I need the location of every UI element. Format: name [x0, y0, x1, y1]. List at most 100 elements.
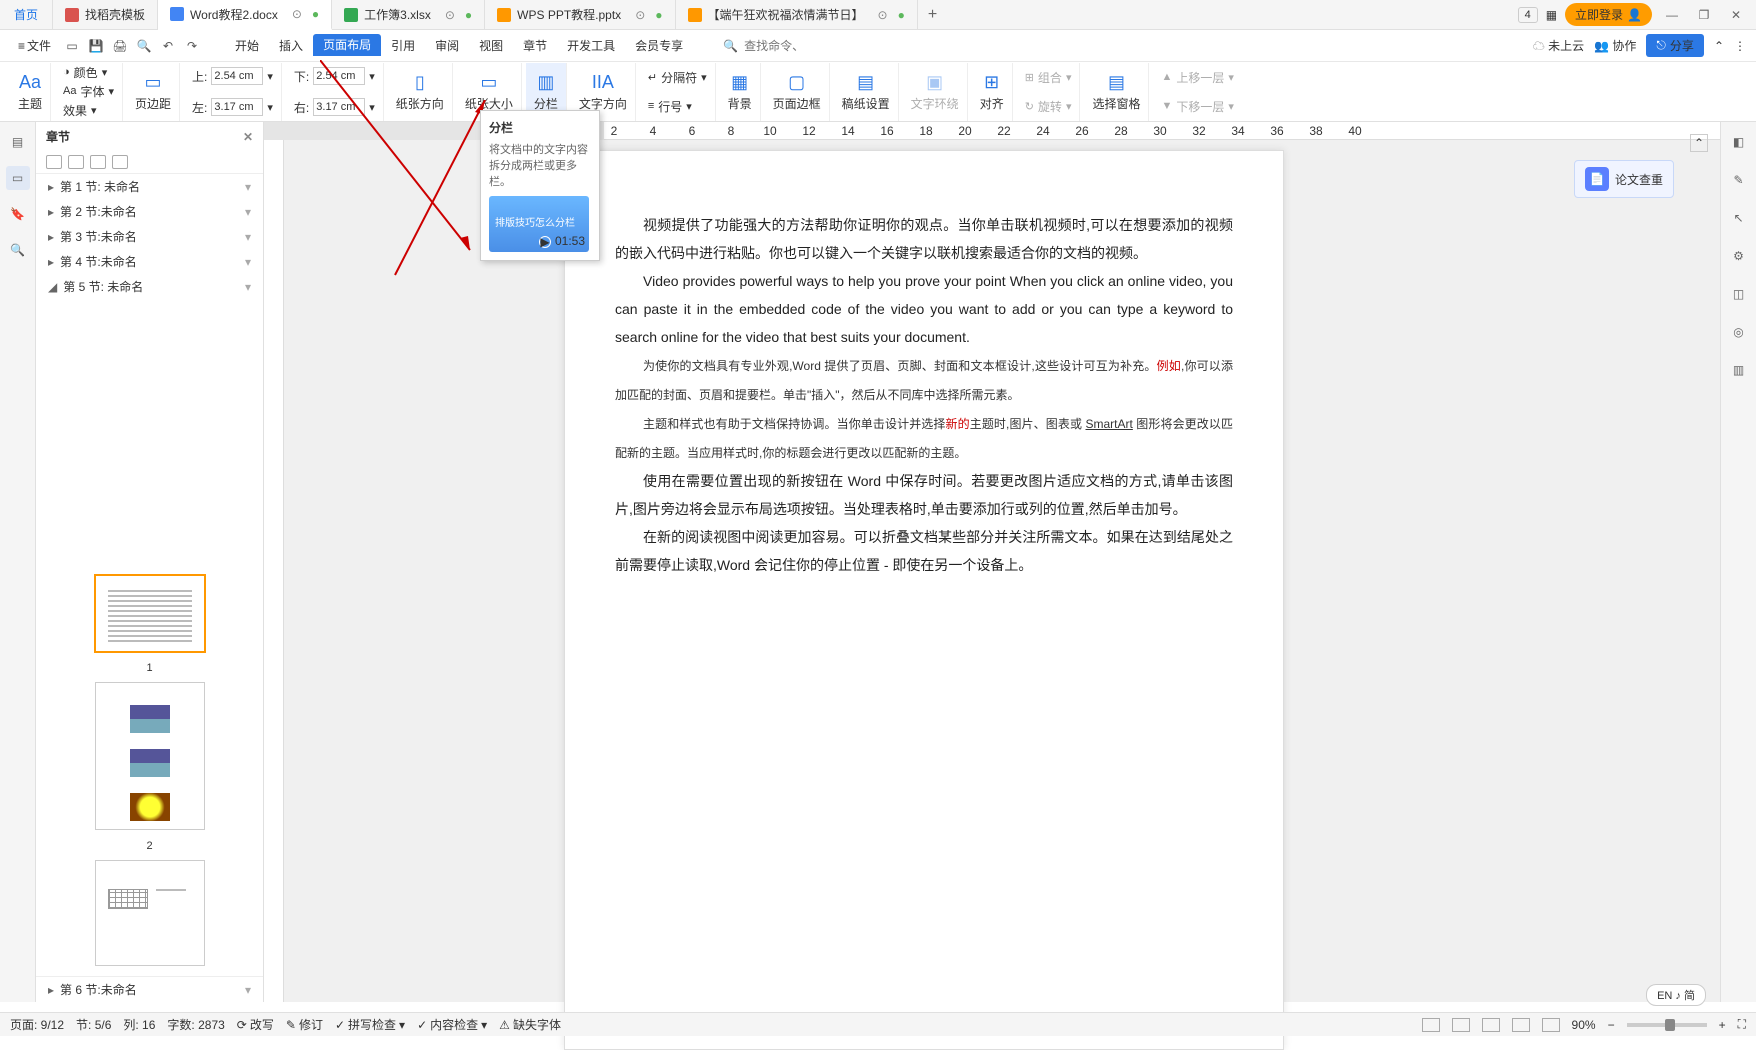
zoom-out-icon[interactable]: −	[1608, 1018, 1615, 1032]
view-mode-4[interactable]	[1512, 1018, 1530, 1032]
thumbnail-page-1[interactable]	[95, 575, 205, 652]
zoom-level[interactable]: 90%	[1572, 1018, 1596, 1032]
text-wrap-button[interactable]: ▣文字环绕	[911, 72, 959, 112]
ruler-vertical[interactable]	[264, 140, 284, 1002]
status-track[interactable]: ✎ 修订	[286, 1016, 323, 1033]
rb-pen-icon[interactable]: ✎	[1727, 168, 1751, 192]
share-button[interactable]: ⎋ 分享	[1646, 34, 1704, 57]
menu-tab-5[interactable]: 视图	[469, 30, 513, 62]
columns-button[interactable]: ▥分栏	[534, 72, 558, 112]
margin-right-input[interactable]	[313, 98, 365, 116]
tab-templates[interactable]: 找稻壳模板	[53, 0, 158, 30]
coop-button[interactable]: 👥 协作	[1594, 37, 1636, 54]
align-button[interactable]: ⊞对齐	[980, 72, 1004, 112]
qat-new-icon[interactable]: ▭	[63, 37, 81, 55]
send-backward-button[interactable]: ▼ 下移一层 ▾	[1161, 98, 1233, 115]
tab-save-icon[interactable]: ●	[312, 7, 319, 21]
nav-tool-2[interactable]	[68, 155, 84, 169]
file-menu[interactable]: ≡ 文件	[10, 37, 59, 54]
search-input[interactable]	[744, 39, 804, 53]
tab-options-icon[interactable]: ⊙	[878, 8, 888, 22]
apps-icon[interactable]: ▦	[1546, 8, 1557, 22]
tab-xlsx[interactable]: 工作簿3.xlsx⊙●	[332, 0, 485, 30]
view-mode-5[interactable]	[1542, 1018, 1560, 1032]
nav-tool-1[interactable]	[46, 155, 62, 169]
dropdown-icon[interactable]: ▾	[245, 205, 251, 219]
rb-location-icon[interactable]: ◎	[1727, 320, 1751, 344]
status-rewrite[interactable]: ⟳ 改写	[237, 1016, 274, 1033]
view-mode-3[interactable]	[1482, 1018, 1500, 1032]
nav-tool-4[interactable]	[112, 155, 128, 169]
qat-redo-icon[interactable]: ↷	[183, 37, 201, 55]
thumbnail-page-3[interactable]	[95, 860, 205, 966]
page-border-button[interactable]: ▢页面边框	[773, 72, 821, 112]
menu-tab-3[interactable]: 引用	[381, 30, 425, 62]
sidebar-thumbs-icon[interactable]: ▤	[6, 130, 30, 154]
nav-close-icon[interactable]: ✕	[243, 130, 253, 144]
rb-tool-icon[interactable]: ◧	[1727, 130, 1751, 154]
menu-tab-7[interactable]: 开发工具	[557, 30, 625, 62]
thumbnail-page-2[interactable]	[95, 682, 205, 830]
rb-settings-icon[interactable]: ⚙	[1727, 244, 1751, 268]
view-mode-2[interactable]	[1452, 1018, 1470, 1032]
tab-ppt[interactable]: WPS PPT教程.pptx⊙●	[485, 0, 675, 30]
background-button[interactable]: ▦背景	[728, 72, 752, 112]
tab-home[interactable]: 首页	[0, 0, 53, 30]
tab-ppt2[interactable]: 【端午狂欢祝福浓情满节日】⊙●	[676, 0, 918, 30]
view-mode-1[interactable]	[1422, 1018, 1440, 1032]
window-close[interactable]: ✕	[1724, 3, 1748, 27]
status-spellcheck[interactable]: ✓ 拼写检查 ▾	[335, 1016, 405, 1033]
scroll-top-icon[interactable]: ⌃	[1690, 134, 1708, 152]
dropdown-icon[interactable]: ▾	[245, 983, 251, 997]
login-button[interactable]: 立即登录👤	[1565, 3, 1652, 26]
qat-save-icon[interactable]: 💾	[87, 37, 105, 55]
cloud-status[interactable]: ☁ 未上云	[1533, 37, 1584, 54]
menu-tab-0[interactable]: 开始	[225, 30, 269, 62]
dropdown-icon[interactable]: ▾	[245, 280, 251, 294]
effect-button[interactable]: 效果 ▾	[63, 102, 97, 119]
rotate-button[interactable]: ↻ 旋转 ▾	[1025, 98, 1072, 115]
margin-top-input[interactable]	[211, 67, 263, 85]
dropdown-icon[interactable]: ▾	[245, 255, 251, 269]
text-direction-button[interactable]: IIA文字方向	[579, 72, 627, 112]
tooltip-video[interactable]: 排版技巧怎么分栏 ▶01:53	[489, 196, 589, 252]
tab-save-icon[interactable]: ●	[898, 8, 905, 22]
status-missing-font[interactable]: ⚠ 缺失字体	[499, 1016, 561, 1033]
nav-section-4[interactable]: ◢第 5 节: 未命名▾	[36, 274, 263, 299]
nav-tool-3[interactable]	[90, 155, 106, 169]
sidebar-bookmark-icon[interactable]: 🔖	[6, 202, 30, 226]
document-page[interactable]: 视频提供了功能强大的方法帮助你证明你的观点。当你单击联机视频时,可以在想要添加的…	[564, 150, 1284, 1050]
bring-forward-button[interactable]: ▲ 上移一层 ▾	[1161, 69, 1233, 86]
font-button[interactable]: Aa 字体 ▾	[63, 83, 114, 100]
tab-save-icon[interactable]: ●	[655, 8, 662, 22]
zoom-in-icon[interactable]: +	[1719, 1018, 1726, 1032]
nav-section-2[interactable]: ▸第 3 节:未命名▾	[36, 224, 263, 249]
paper-check-button[interactable]: 📄 论文查重	[1574, 160, 1674, 198]
rb-layout-icon[interactable]: ▥	[1727, 358, 1751, 382]
fullscreen-icon[interactable]: ⛶	[1738, 1017, 1746, 1032]
menu-tab-4[interactable]: 审阅	[425, 30, 469, 62]
sidebar-search-icon[interactable]: 🔍	[6, 238, 30, 262]
theme-button[interactable]: Aa主题	[18, 72, 42, 112]
menu-tab-1[interactable]: 插入	[269, 30, 313, 62]
status-line[interactable]: 列: 16	[123, 1016, 155, 1033]
status-section[interactable]: 节: 5/6	[76, 1016, 111, 1033]
nav-section-last[interactable]: ▸第 6 节:未命名▾	[36, 976, 263, 1002]
sidebar-outline-icon[interactable]: ▭	[6, 166, 30, 190]
dropdown-icon[interactable]: ▾	[245, 230, 251, 244]
margin-left-input[interactable]	[211, 98, 263, 116]
group-button[interactable]: ⊞ 组合 ▾	[1025, 69, 1072, 86]
qat-undo-icon[interactable]: ↶	[159, 37, 177, 55]
tab-save-icon[interactable]: ●	[465, 8, 472, 22]
more-menu-icon[interactable]: ⋮	[1734, 39, 1746, 53]
menu-tab-8[interactable]: 会员专享	[625, 30, 693, 62]
badge-count[interactable]: 4	[1518, 7, 1538, 23]
menu-tab-6[interactable]: 章节	[513, 30, 557, 62]
tab-options-icon[interactable]: ⊙	[635, 8, 645, 22]
tab-options-icon[interactable]: ⊙	[292, 7, 302, 21]
margins-button[interactable]: ▭页边距	[135, 72, 171, 112]
zoom-slider[interactable]	[1627, 1023, 1707, 1027]
tab-add[interactable]: +	[918, 6, 947, 24]
paper-setup-button[interactable]: ▤稿纸设置	[842, 72, 890, 112]
status-content-check[interactable]: ✓ 内容检查 ▾	[417, 1016, 487, 1033]
